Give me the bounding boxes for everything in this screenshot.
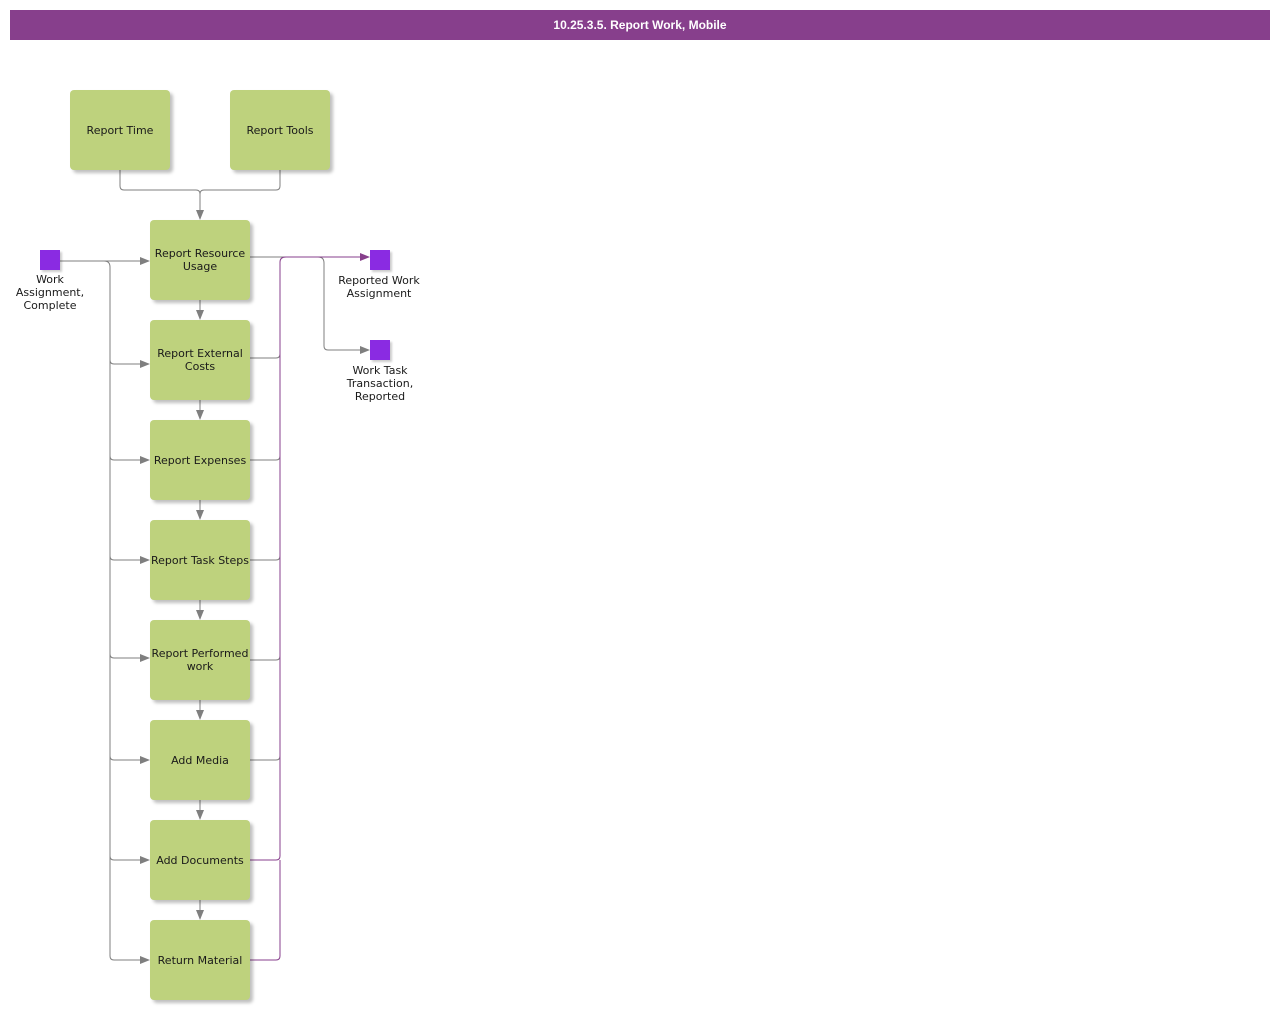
activity-report-performed-work[interactable]: Report Performed work (150, 620, 250, 700)
end-event-reported-work-assignment-icon[interactable] (370, 250, 390, 270)
activity-report-task-steps[interactable]: Report Task Steps (150, 520, 250, 600)
end-event-work-task-transaction-label: Work Task Transaction, Reported (346, 364, 414, 403)
activity-add-documents[interactable]: Add Documents (150, 820, 250, 900)
start-event-label: Work Assignment, Complete (15, 273, 85, 312)
flow-to-reported-work-assignment (250, 253, 370, 861)
activity-report-expenses[interactable]: Report Expenses (150, 420, 250, 500)
activity-return-material[interactable]: Return Material (150, 920, 250, 1000)
end-event-reported-work-assignment-label: Reported Work Assignment (338, 274, 420, 300)
end-event-work-task-transaction-icon[interactable] (370, 340, 390, 360)
activity-report-resource-usage[interactable]: Report Resource Usage (150, 220, 250, 300)
start-event-icon[interactable] (40, 250, 60, 270)
activity-report-external-costs[interactable]: Report External Costs (150, 320, 250, 400)
flow-start-bus (103, 260, 150, 964)
activity-report-time[interactable]: Report Time (70, 90, 170, 170)
activity-report-tools[interactable]: Report Tools (230, 90, 330, 170)
flow-report-time-to-resource (119, 170, 204, 220)
flow-report-tools-to-resource (199, 170, 281, 195)
activity-add-media[interactable]: Add Media (150, 720, 250, 800)
